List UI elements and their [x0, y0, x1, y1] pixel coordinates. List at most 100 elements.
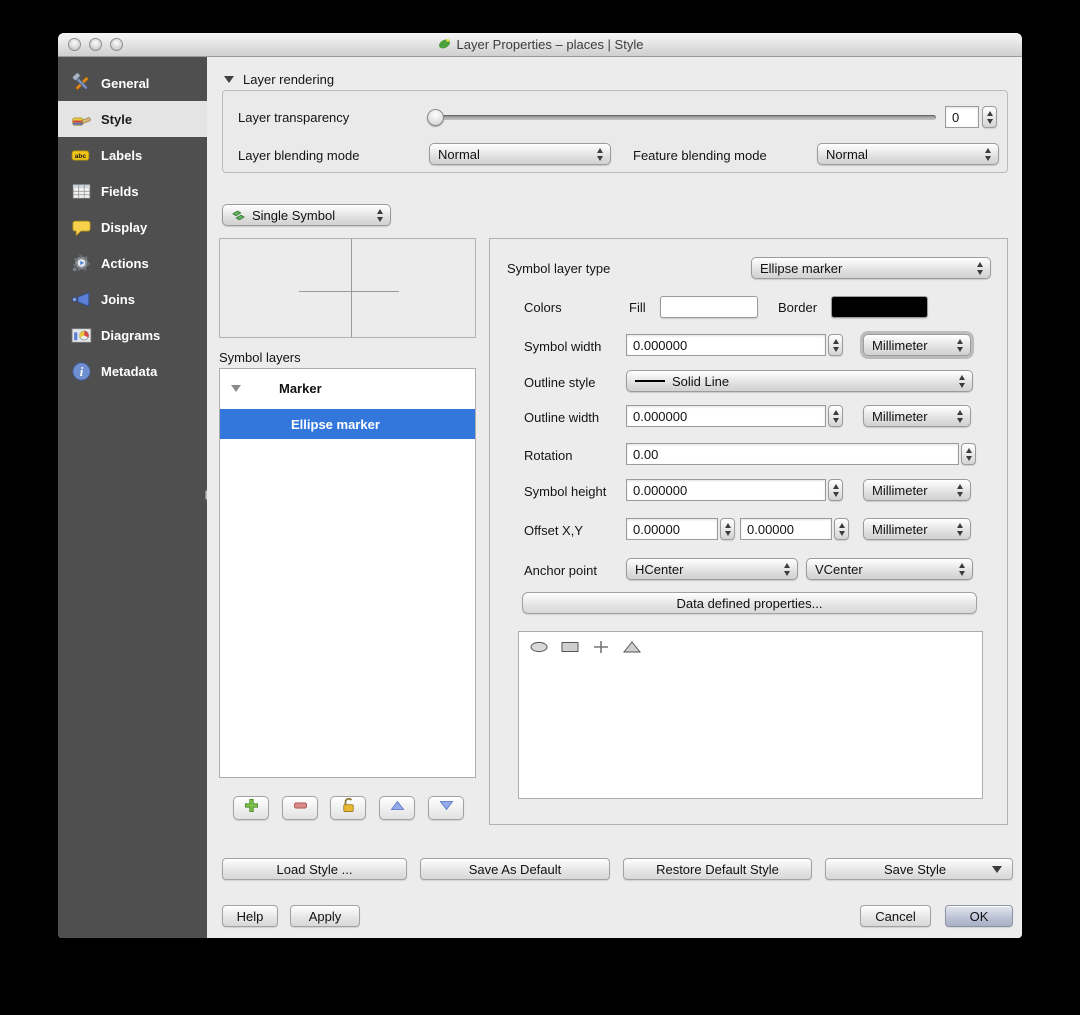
move-layer-down-button[interactable] [428, 796, 464, 820]
remove-symbol-layer-button[interactable] [282, 796, 318, 820]
ok-button[interactable]: OK [945, 905, 1013, 927]
dropdown-arrow-icon [992, 865, 1002, 873]
sidebar-item-fields[interactable]: Fields [58, 173, 207, 209]
shape-cross-icon[interactable] [589, 639, 613, 655]
offset-label: Offset X,Y [524, 523, 584, 538]
apply-button[interactable]: Apply [290, 905, 360, 927]
layer-rendering-header[interactable]: Layer rendering [224, 72, 334, 87]
cancel-button[interactable]: Cancel [860, 905, 931, 927]
symbol-height-stepper[interactable] [828, 479, 843, 501]
tree-row-ellipse-marker[interactable]: Ellipse marker [220, 409, 475, 439]
symbol-layers-tree: Marker Ellipse marker [219, 368, 476, 778]
offset-unit-dropdown[interactable]: Millimeter [863, 518, 971, 540]
sidebar-item-label: Style [101, 111, 133, 127]
collapse-triangle-icon [224, 76, 234, 83]
outline-width-stepper[interactable] [828, 405, 843, 427]
anchor-h-dropdown[interactable]: HCenter [626, 558, 798, 580]
step-up-icon [986, 110, 993, 116]
popup-arrows-icon [959, 374, 972, 388]
save-as-default-button[interactable]: Save As Default [420, 858, 610, 880]
sidebar-item-metadata[interactable]: i Metadata [58, 353, 207, 389]
symbol-preview [219, 238, 476, 338]
title-bar[interactable]: Layer Properties – places | Style [58, 33, 1022, 57]
offset-x-stepper[interactable] [720, 518, 735, 540]
sidebar-item-label: Diagrams [101, 327, 161, 343]
svg-text:i: i [79, 365, 83, 379]
restore-default-style-button[interactable]: Restore Default Style [623, 858, 812, 880]
transparency-value-field[interactable]: 0 [945, 106, 979, 128]
layer-properties-panel: Symbol layer type Ellipse marker Colors … [489, 238, 1008, 825]
symbol-height-unit-dropdown[interactable]: Millimeter [863, 479, 971, 501]
sidebar-item-style[interactable]: Style [58, 101, 207, 137]
sidebar-item-general[interactable]: General [58, 65, 207, 101]
transparency-stepper[interactable] [982, 106, 997, 128]
save-style-button[interactable]: Save Style [825, 858, 1013, 880]
popup-arrows-icon [985, 147, 998, 161]
outline-width-field[interactable]: 0.000000 [626, 405, 826, 427]
rotation-label: Rotation [524, 448, 573, 463]
rotation-field[interactable]: 0.00 [626, 443, 959, 465]
fill-label: Fill [629, 300, 646, 315]
sidebar-item-label: Actions [101, 255, 149, 271]
single-symbol-icon [231, 208, 246, 223]
outline-width-label: Outline width [524, 410, 600, 425]
preview-vertical-line [351, 239, 352, 337]
sidebar-item-actions[interactable]: Actions [58, 245, 207, 281]
symbol-width-field[interactable]: 0.000000 [626, 334, 826, 356]
colors-label: Colors [524, 300, 562, 315]
sidebar-item-display[interactable]: Display [58, 209, 207, 245]
zoom-button[interactable] [110, 38, 123, 51]
popup-arrows-icon [957, 338, 970, 352]
sidebar-item-label: Metadata [101, 363, 158, 379]
layer-blending-dropdown[interactable]: Normal [429, 143, 611, 165]
anchor-v-dropdown[interactable]: VCenter [806, 558, 973, 580]
layer-rendering-group: Layer transparency 0 Layer blending mode… [222, 90, 1008, 173]
lock-colors-button[interactable] [330, 796, 366, 820]
minimize-button[interactable] [89, 38, 102, 51]
style-page: Layer rendering Layer transparency 0 Lay… [207, 57, 1022, 938]
symbol-height-field[interactable]: 0.000000 [626, 479, 826, 501]
symbol-layer-type-label: Symbol layer type [507, 261, 611, 276]
chart-icon [70, 324, 92, 346]
renderer-dropdown[interactable]: Single Symbol [222, 204, 391, 226]
close-button[interactable] [68, 38, 81, 51]
offset-y-field[interactable]: 0.00000 [740, 518, 832, 540]
offset-x-field[interactable]: 0.00000 [626, 518, 718, 540]
fill-color-button[interactable] [660, 296, 758, 318]
transparency-label: Layer transparency [238, 110, 350, 125]
help-button[interactable]: Help [222, 905, 278, 927]
outline-style-dropdown[interactable]: Solid Line [626, 370, 973, 392]
shape-ellipse-icon[interactable] [527, 639, 551, 655]
data-defined-properties-button[interactable]: Data defined properties... [522, 592, 977, 614]
window-controls [68, 38, 123, 51]
sidebar-item-diagrams[interactable]: Diagrams [58, 317, 207, 353]
tree-row-marker[interactable]: Marker [220, 374, 475, 402]
symbol-width-label: Symbol width [524, 339, 602, 354]
transparency-slider-track[interactable] [431, 115, 936, 120]
offset-y-stepper[interactable] [834, 518, 849, 540]
tree-expand-icon[interactable] [231, 384, 241, 392]
solid-line-sample-icon [635, 380, 665, 382]
border-label: Border [778, 300, 818, 315]
transparency-slider-knob[interactable] [427, 109, 444, 126]
symbol-width-stepper[interactable] [828, 334, 843, 356]
speech-bubble-icon [70, 216, 92, 238]
popup-arrows-icon [957, 522, 970, 536]
outline-width-unit-dropdown[interactable]: Millimeter [863, 405, 971, 427]
step-down-icon [986, 118, 993, 124]
move-layer-up-button[interactable] [379, 796, 415, 820]
rotation-stepper[interactable] [961, 443, 976, 465]
up-triangle-icon [388, 796, 407, 820]
sidebar-item-labels[interactable]: abc Labels [58, 137, 207, 173]
feature-blending-dropdown[interactable]: Normal [817, 143, 999, 165]
sidebar-item-joins[interactable]: Joins [58, 281, 207, 317]
shape-rectangle-icon[interactable] [558, 639, 582, 655]
plus-icon [242, 796, 261, 820]
border-color-button[interactable] [831, 296, 928, 318]
symbol-width-unit-dropdown[interactable]: Millimeter [863, 334, 971, 356]
add-symbol-layer-button[interactable] [233, 796, 269, 820]
shape-triangle-icon[interactable] [620, 639, 644, 655]
popup-arrows-icon [784, 562, 797, 576]
load-style-button[interactable]: Load Style ... [222, 858, 407, 880]
symbol-layer-type-dropdown[interactable]: Ellipse marker [751, 257, 991, 279]
